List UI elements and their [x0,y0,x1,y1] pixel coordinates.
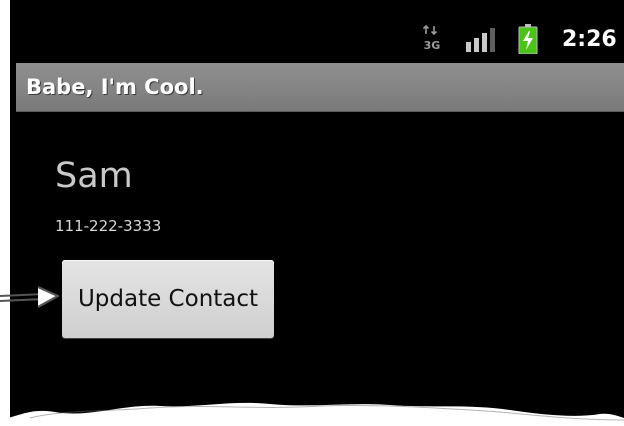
app-title-bar: Babe, I'm Cool. [16,63,624,112]
signal-strength-icon [466,28,495,52]
app-title: Babe, I'm Cool. [26,75,204,99]
status-bar: 3G 2:26 [10,0,624,63]
contact-name: Sam [55,156,133,196]
battery-charging-icon [518,24,538,54]
network-3g-icon: 3G [422,25,441,51]
contact-phone-number: 111-222-3333 [55,217,162,235]
status-clock: 2:26 [562,27,617,52]
network-3g-label: 3G [424,39,441,51]
torn-edge-decoration [0,402,624,426]
update-contact-button[interactable]: Update Contact [62,260,274,338]
screenshot-canvas: 3G 2:26 Babe, I'm Cool. Sam 111-222-3333… [0,0,624,426]
phone-screen: 3G 2:26 Babe, I'm Cool. Sam 111-222-3333… [10,0,624,426]
pointer-arrow-icon [0,285,60,308]
